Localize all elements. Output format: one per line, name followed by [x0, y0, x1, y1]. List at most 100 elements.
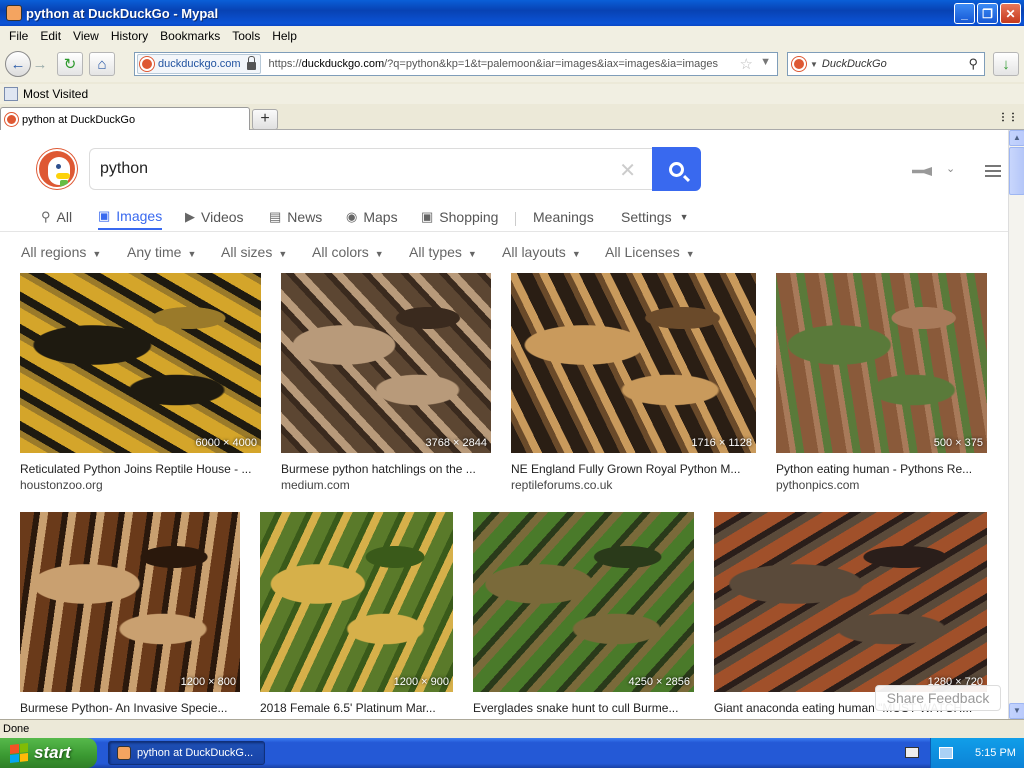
home-button[interactable]: ⌂ [89, 52, 115, 76]
video-icon: ▶ [185, 209, 195, 224]
result-thumbnail[interactable] [260, 512, 453, 692]
scroll-down-icon[interactable]: ▼ [1009, 703, 1024, 719]
menu-help[interactable]: Help [266, 29, 303, 43]
status-bar: Done [0, 719, 1024, 738]
result-source[interactable]: reptileforums.co.uk [511, 478, 612, 492]
bookmark-star-icon[interactable]: ☆ [740, 55, 753, 73]
result-thumbnail[interactable] [473, 512, 694, 692]
tab-videos[interactable]: ▶ Videos [185, 204, 244, 230]
image-result[interactable]: 4250 × 2856 Everglades snake hunt to cul… [473, 512, 694, 719]
scroll-thumb[interactable] [1009, 147, 1024, 195]
result-thumbnail[interactable] [776, 273, 987, 453]
menu-history[interactable]: History [105, 29, 154, 43]
address-bar[interactable]: duckduckgo.com https://duckduckgo.com/?q… [134, 52, 778, 76]
tab-news[interactable]: ▤ News [269, 204, 322, 230]
duckduckgo-logo[interactable] [37, 149, 77, 189]
tab-all[interactable]: ⚲ All [41, 204, 72, 230]
status-text: Done [3, 723, 30, 735]
start-button[interactable]: start [0, 738, 97, 768]
hamburger-menu-icon[interactable] [985, 165, 1001, 177]
image-dimensions: 4250 × 2856 [628, 676, 690, 688]
minimize-button[interactable]: _ [954, 3, 975, 24]
url-text[interactable]: https://duckduckgo.com/?q=python&kp=1&t=… [269, 58, 729, 70]
menu-tools[interactable]: Tools [226, 29, 266, 43]
result-title[interactable]: Everglades snake hunt to cull Burme... [473, 701, 694, 715]
result-title[interactable]: 2018 Female 6.5' Platinum Mar... [260, 701, 453, 715]
tab-shopping[interactable]: ▣ Shopping [421, 204, 498, 230]
engine-dropdown-icon[interactable]: ▼ [810, 60, 818, 69]
site-identity-button[interactable]: duckduckgo.com [137, 54, 261, 74]
clock[interactable]: 5:15 PM [975, 747, 1016, 759]
result-thumbnail[interactable] [281, 273, 491, 453]
image-dimensions: 3768 × 2844 [425, 437, 487, 449]
shopping-bag-icon: ▣ [421, 209, 434, 224]
result-title[interactable]: Python eating human - Pythons Re... [776, 462, 987, 476]
reload-button[interactable]: ↻ [57, 52, 83, 76]
news-icon: ▤ [269, 209, 282, 224]
result-title[interactable]: NE England Fully Grown Royal Python M... [511, 462, 756, 476]
result-source[interactable]: medium.com [281, 478, 350, 492]
menu-edit[interactable]: Edit [34, 29, 67, 43]
tab-maps[interactable]: ◉ Maps [346, 204, 398, 230]
megaphone-icon[interactable]: ⌄ [912, 163, 955, 178]
search-bar[interactable]: ▼ DuckDuckGo ⚲ [787, 52, 985, 76]
result-thumbnail[interactable] [20, 512, 240, 692]
back-button[interactable]: ← [5, 51, 31, 77]
image-result[interactable]: 1200 × 900 2018 Female 6.5' Platinum Mar… [260, 512, 453, 719]
download-arrow-icon: ↓ [1002, 55, 1010, 73]
image-filters: All regions ▼ Any time ▼ All sizes ▼ All co… [0, 242, 1008, 264]
ddg-search-input[interactable]: python ✕ [89, 148, 652, 190]
share-feedback-button[interactable]: Share Feedback [875, 685, 1001, 711]
tab-meanings[interactable]: Meanings [533, 204, 594, 230]
filter-color[interactable]: All colors ▼ [312, 244, 384, 260]
search-placeholder: DuckDuckGo [821, 58, 887, 70]
search-submit-button[interactable] [652, 147, 701, 191]
taskbar-mypal-window[interactable]: python at DuckDuckG... [108, 741, 265, 765]
menu-view[interactable]: View [67, 29, 105, 43]
image-result[interactable]: 3768 × 2844 Burmese python hatchlings on… [281, 273, 491, 503]
search-query[interactable]: python [100, 160, 148, 178]
tab-python-ddg[interactable]: python at DuckDuckGo [0, 107, 250, 131]
filter-time[interactable]: Any time ▼ [127, 244, 196, 260]
image-result[interactable]: 6000 × 4000 Reticulated Python Joins Rep… [20, 273, 261, 503]
result-title[interactable]: Burmese Python- An Invasive Specie... [20, 701, 240, 715]
filter-size[interactable]: All sizes ▼ [221, 244, 287, 260]
filter-region[interactable]: All regions ▼ [21, 244, 101, 260]
new-tab-button[interactable]: + [252, 109, 278, 130]
result-title[interactable]: Burmese python hatchlings on the ... [281, 462, 491, 476]
vertical-scrollbar[interactable]: ▲ ▼ [1008, 130, 1024, 719]
keyboard-layout-icon[interactable] [905, 747, 919, 758]
result-thumbnail[interactable] [511, 273, 756, 453]
search-engine-icon[interactable] [792, 57, 806, 71]
filter-license[interactable]: All Licenses ▼ [605, 244, 695, 260]
result-source[interactable]: pythonpics.com [776, 478, 859, 492]
result-source[interactable]: houstonzoo.org [20, 478, 103, 492]
search-icon[interactable]: ⚲ [968, 56, 978, 72]
image-result[interactable]: 1200 × 800 Burmese Python- An Invasive S… [20, 512, 240, 719]
network-icon[interactable] [939, 747, 953, 759]
filter-layout[interactable]: All layouts ▼ [502, 244, 581, 260]
filter-type[interactable]: All types ▼ [409, 244, 477, 260]
url-history-dropdown-icon[interactable]: ▼ [760, 56, 771, 68]
image-result[interactable]: 500 × 375 Python eating human - Pythons … [776, 273, 987, 503]
clear-search-icon[interactable]: ✕ [619, 158, 636, 183]
result-thumbnail[interactable] [714, 512, 987, 692]
window-titlebar: python at DuckDuckGo - Mypal _ ❐ ✕ [0, 0, 1024, 26]
settings-dropdown[interactable]: Settings ▼ [621, 204, 689, 230]
scroll-up-icon[interactable]: ▲ [1009, 130, 1024, 146]
result-thumbnail[interactable] [20, 273, 261, 453]
close-button[interactable]: ✕ [1000, 3, 1021, 24]
maximize-button[interactable]: ❐ [977, 3, 998, 24]
tab-images[interactable]: ▣ Images [98, 204, 163, 230]
downloads-button[interactable]: ↓ [993, 52, 1019, 76]
image-result[interactable]: 1716 × 1128 NE England Fully Grown Royal… [511, 273, 756, 503]
result-title[interactable]: Reticulated Python Joins Reptile House -… [20, 462, 261, 476]
list-all-tabs-icon[interactable]: ⋮⋮ [998, 112, 1018, 123]
tab-favicon-icon [5, 113, 18, 126]
menu-file[interactable]: File [3, 29, 34, 43]
most-visited-bookmark[interactable]: Most Visited [23, 87, 88, 101]
site-identity-label: duckduckgo.com [158, 58, 241, 70]
image-dimensions: 1716 × 1128 [691, 437, 752, 449]
menu-bookmarks[interactable]: Bookmarks [154, 29, 226, 43]
forward-button[interactable]: → [29, 53, 51, 75]
